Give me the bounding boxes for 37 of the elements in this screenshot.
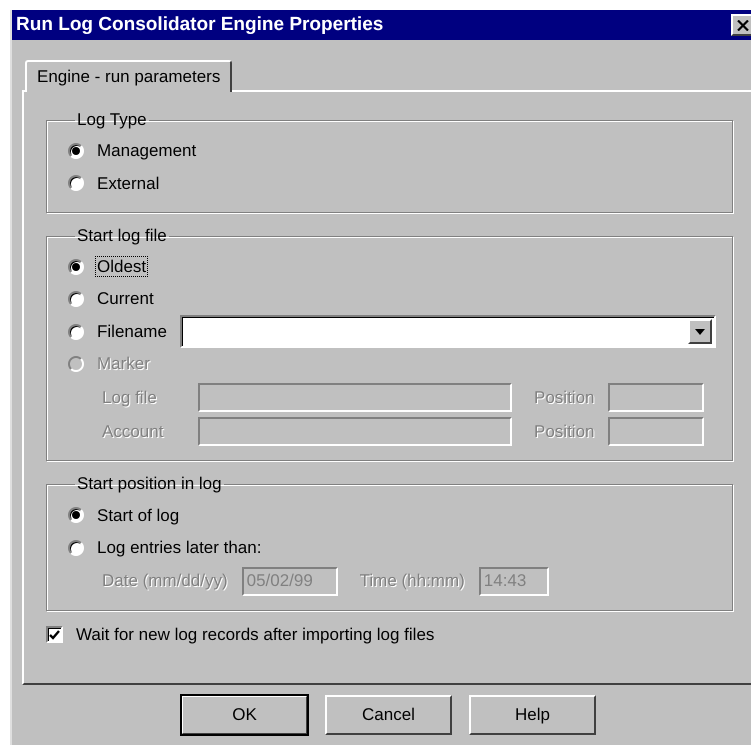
radio-button[interactable] [68,258,84,275]
window-title: Run Log Consolidator Engine Properties [16,12,384,37]
field-label: Position [534,386,594,409]
group-title: Start position in log [76,475,223,494]
radio-button[interactable] [68,175,84,192]
radio-label: Filename [96,322,168,342]
radio-label: Management [96,141,198,161]
dialog-button[interactable]: Help [469,695,596,735]
field-label: Date (mm/dd/yy) [102,570,228,592]
field-label: Position [534,420,594,443]
close-icon [737,20,749,30]
radio-button[interactable] [68,324,84,340]
group-title: Log Type [76,111,148,130]
checkbox[interactable] [46,626,63,644]
dropdown-button[interactable] [688,319,712,344]
radio-button[interactable] [68,142,84,159]
dialog-button[interactable]: OK [181,695,308,735]
check-icon [49,630,60,640]
radio-label: External [96,174,160,194]
radio-label: Marker [96,354,151,374]
close-button[interactable] [731,14,751,36]
tab[interactable]: Engine - run parameters [25,60,232,92]
field-label: Log file [102,386,158,409]
radio-button[interactable] [68,540,84,556]
field-label: Time (hh:mm) [360,570,465,592]
radio-label: Log entries later than: [96,538,262,558]
field-label: Account [102,420,164,443]
dropdown-field[interactable] [180,315,716,348]
radio-button[interactable] [68,507,84,524]
dialog-button[interactable]: Cancel [325,695,452,735]
checkbox-label: Wait for new log records after importing log files [75,625,436,645]
group-title: Start log file [76,226,168,246]
radio-button[interactable] [68,291,84,308]
radio-label: Start of log [96,506,180,526]
radio-label: Current [96,289,155,309]
dropdown-arrow-icon [695,328,705,335]
radio-label: Oldest [96,256,148,276]
